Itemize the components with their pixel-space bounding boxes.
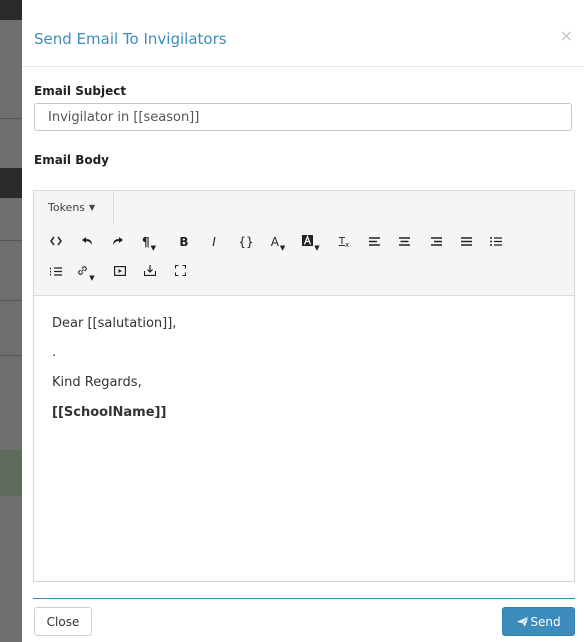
caret-down-icon: ▼ <box>89 203 96 212</box>
tokens-label: Tokens <box>48 201 86 214</box>
ordered-list-icon[interactable] <box>44 261 68 283</box>
align-right-icon[interactable] <box>424 231 448 253</box>
clear-format-icon[interactable]: Tx <box>332 231 356 253</box>
bold-icon[interactable]: B <box>172 231 196 253</box>
link-icon[interactable]: ▼ <box>74 261 98 283</box>
body-line: Kind Regards, <box>52 375 142 390</box>
redo-icon[interactable] <box>106 231 130 253</box>
send-email-modal: Send Email To Invigilators × Email Subje… <box>22 0 584 642</box>
toolbar-row-1: ¶▼ B I {} A▼ ▼ Tx <box>34 227 574 257</box>
undo-icon[interactable] <box>75 231 99 253</box>
code-icon[interactable]: {} <box>234 231 258 253</box>
background-divider <box>0 300 22 301</box>
align-justify-icon[interactable] <box>454 231 478 253</box>
font-color-icon[interactable]: A▼ <box>266 231 290 253</box>
body-line: [[SchoolName]] <box>52 405 167 420</box>
email-subject-label: Email Subject <box>34 84 127 98</box>
background-block <box>0 450 22 496</box>
footer-divider <box>33 598 575 599</box>
background-page <box>0 0 22 642</box>
fullscreen-icon[interactable] <box>168 261 192 283</box>
video-icon[interactable] <box>108 261 132 283</box>
send-label: Send <box>530 614 561 629</box>
background-band <box>0 168 22 198</box>
code-view-icon[interactable] <box>44 231 68 253</box>
paper-plane-icon <box>516 615 530 627</box>
modal-title: Send Email To Invigilators <box>34 30 227 48</box>
background-divider <box>0 118 22 119</box>
highlight-color-icon[interactable]: ▼ <box>299 231 323 253</box>
background-divider <box>0 240 22 241</box>
align-center-icon[interactable] <box>392 231 416 253</box>
editor-toolbar: Tokens ▼ ¶▼ B I {} A▼ ▼ Tx ▼ <box>34 191 574 296</box>
editor-body[interactable]: Dear [[salutation]], . Kind Regards, [[S… <box>34 295 574 581</box>
italic-icon[interactable]: I <box>202 231 226 253</box>
align-left-icon[interactable] <box>362 231 386 253</box>
body-line: . <box>52 345 57 360</box>
paragraph-style-icon[interactable]: ¶▼ <box>137 231 161 253</box>
background-header <box>0 0 22 20</box>
close-icon[interactable]: × <box>560 26 573 45</box>
body-line: Dear [[salutation]], <box>52 316 177 331</box>
background-divider <box>0 355 22 356</box>
tokens-dropdown[interactable]: Tokens ▼ <box>34 191 114 225</box>
close-button[interactable]: Close <box>34 607 92 636</box>
rich-text-editor: Tokens ▼ ¶▼ B I {} A▼ ▼ Tx ▼ Dear [[salu… <box>33 190 575 582</box>
modal-header: Send Email To Invigilators × <box>22 0 584 67</box>
toolbar-row-2: ▼ <box>34 257 574 287</box>
email-subject-input[interactable] <box>34 103 572 131</box>
download-icon[interactable] <box>138 261 162 283</box>
email-body-label: Email Body <box>34 153 110 167</box>
send-button[interactable]: Send <box>502 607 575 636</box>
unordered-list-icon[interactable] <box>484 231 508 253</box>
